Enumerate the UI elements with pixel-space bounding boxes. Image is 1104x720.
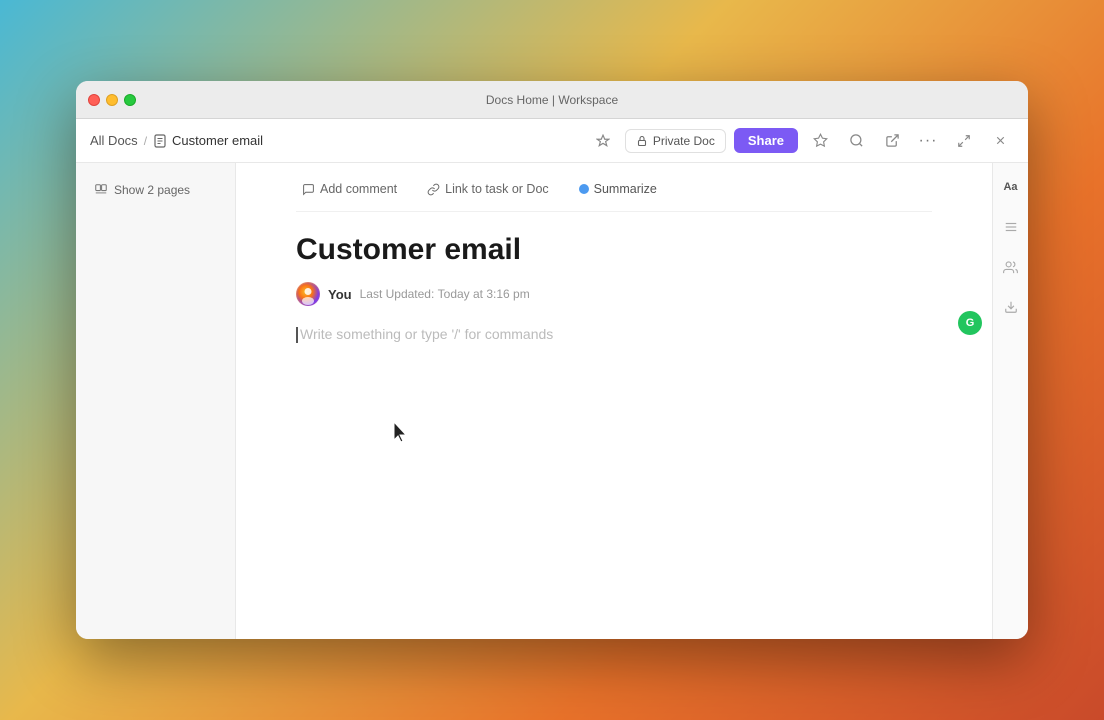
- document-title[interactable]: Customer email: [296, 232, 932, 268]
- share-button[interactable]: Share: [734, 128, 798, 153]
- private-doc-button[interactable]: Private Doc: [625, 129, 726, 153]
- show-pages-button[interactable]: Show 2 pages: [88, 179, 223, 201]
- window-title: Docs Home | Workspace: [486, 93, 618, 107]
- private-doc-label: Private Doc: [653, 134, 715, 148]
- pin-icon-button[interactable]: [589, 127, 617, 155]
- summarize-button[interactable]: Summarize: [573, 179, 663, 199]
- breadcrumb-current-label: Customer email: [172, 133, 263, 148]
- download-icon: [1004, 300, 1018, 314]
- maximize-button[interactable]: [124, 94, 136, 106]
- avatar-image: [297, 283, 319, 305]
- avatar: [296, 282, 320, 306]
- close-button[interactable]: [88, 94, 100, 106]
- link-task-button[interactable]: Link to task or Doc: [421, 179, 555, 199]
- expand-icon: [957, 134, 971, 148]
- main-layout: Show 2 pages Add comment Link to: [76, 163, 1028, 639]
- lock-icon: [636, 135, 648, 147]
- summarize-label: Summarize: [594, 182, 657, 196]
- doc-action-bar: Add comment Link to task or Doc Summariz…: [296, 163, 932, 212]
- table-of-contents-button[interactable]: [997, 213, 1025, 241]
- minimize-button[interactable]: [106, 94, 118, 106]
- show-pages-label: Show 2 pages: [114, 183, 190, 197]
- document-meta: You Last Updated: Today at 3:16 pm: [296, 282, 932, 306]
- font-settings-button[interactable]: Aa: [997, 173, 1025, 201]
- collaborator-initial: G: [966, 317, 975, 329]
- users-button[interactable]: [997, 253, 1025, 281]
- toolbar: All Docs / Customer email: [76, 119, 1028, 163]
- toolbar-right: Private Doc Share ···: [589, 127, 1014, 155]
- star-button[interactable]: [806, 127, 834, 155]
- breadcrumb: All Docs / Customer email: [90, 133, 263, 148]
- summarize-dot: [579, 184, 589, 194]
- more-button[interactable]: ···: [914, 127, 942, 155]
- traffic-lights: [76, 94, 136, 106]
- toc-icon: [1004, 220, 1018, 234]
- export-icon: [885, 133, 900, 148]
- doc-content: Add comment Link to task or Doc Summariz…: [236, 163, 992, 639]
- breadcrumb-current: Customer email: [153, 133, 263, 148]
- pages-icon: [94, 183, 108, 197]
- right-panel: Aa: [992, 163, 1028, 639]
- breadcrumb-all-docs[interactable]: All Docs: [90, 133, 138, 148]
- breadcrumb-separator: /: [144, 134, 147, 148]
- close-window-button[interactable]: [986, 127, 1014, 155]
- sidebar: Show 2 pages: [76, 163, 236, 639]
- doc-icon: [153, 134, 167, 148]
- export-button[interactable]: [878, 127, 906, 155]
- close-icon: [994, 134, 1007, 147]
- author-name: You: [328, 287, 352, 302]
- expand-button[interactable]: [950, 127, 978, 155]
- document-editor[interactable]: Write something or type '/' for commands: [296, 326, 932, 639]
- titlebar: Docs Home | Workspace: [76, 81, 1028, 119]
- editor-placeholder: Write something or type '/' for commands: [300, 326, 553, 342]
- users-icon: [1003, 260, 1018, 275]
- search-button[interactable]: [842, 127, 870, 155]
- last-updated-text: Last Updated: Today at 3:16 pm: [360, 287, 530, 301]
- link-task-label: Link to task or Doc: [445, 182, 549, 196]
- add-comment-label: Add comment: [320, 182, 397, 196]
- download-button[interactable]: [997, 293, 1025, 321]
- search-icon: [849, 133, 864, 148]
- star-icon: [813, 133, 828, 148]
- add-comment-button[interactable]: Add comment: [296, 179, 403, 199]
- text-cursor: [296, 327, 298, 343]
- link-icon: [427, 183, 440, 196]
- comment-icon: [302, 183, 315, 196]
- collaborator-circle[interactable]: G: [958, 311, 982, 335]
